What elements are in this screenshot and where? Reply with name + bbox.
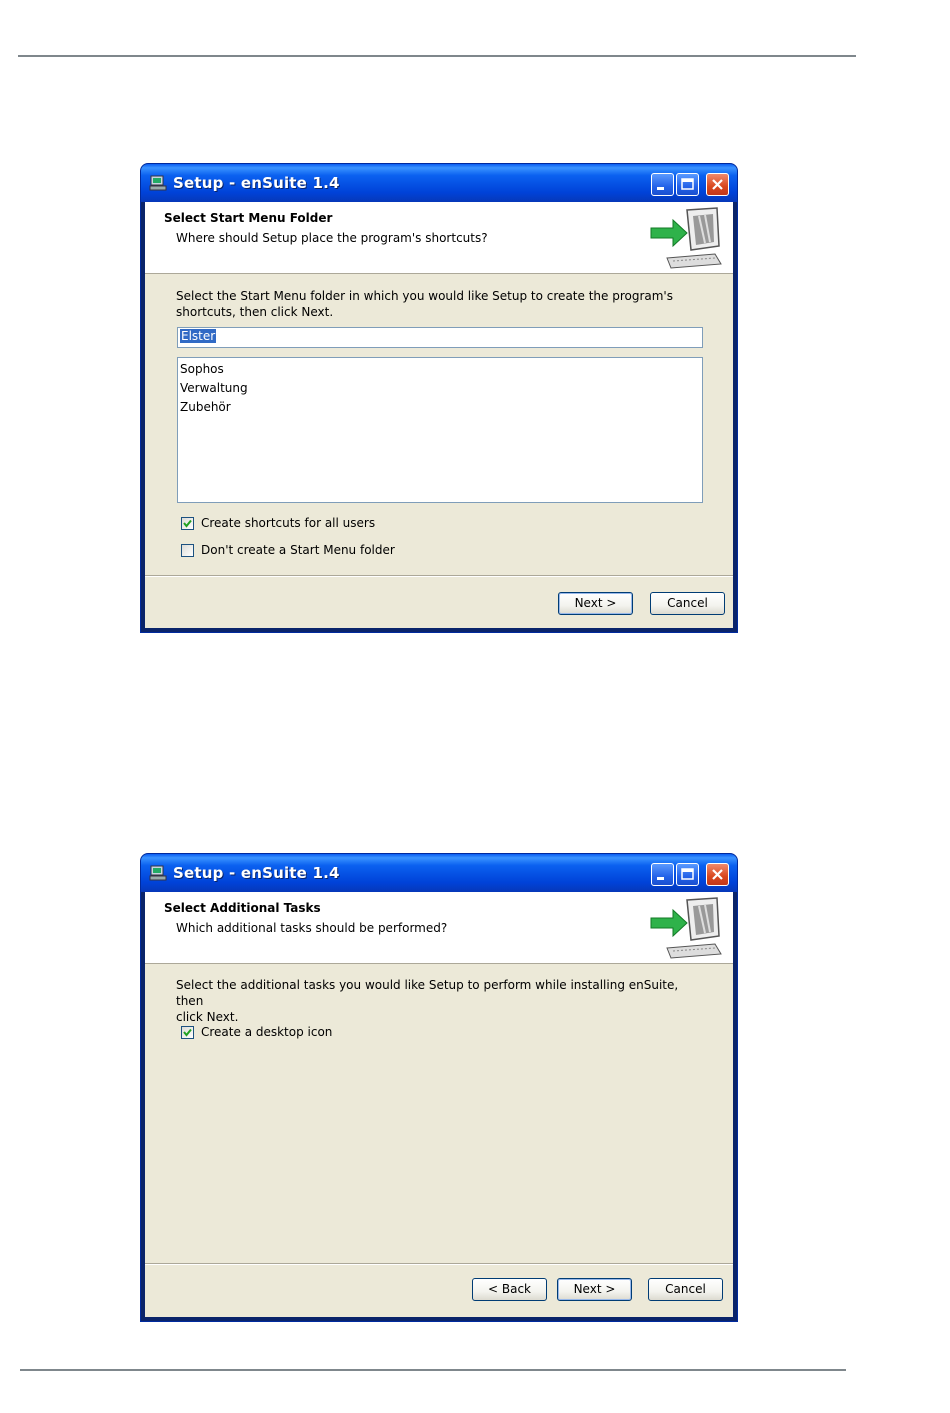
close-icon: [712, 869, 723, 880]
minimize-button[interactable]: [651, 863, 674, 886]
window-title: Setup - enSuite 1.4: [173, 864, 340, 882]
footer-divider: [145, 1263, 733, 1265]
header-title: Select Start Menu Folder: [164, 211, 333, 225]
header-subtitle: Which additional tasks should be perform…: [176, 921, 448, 935]
all-users-label: Create shortcuts for all users: [201, 516, 376, 530]
close-button[interactable]: [706, 173, 729, 196]
list-item[interactable]: Sophos: [179, 360, 701, 379]
close-button[interactable]: [706, 863, 729, 886]
wizard-header: Select Additional Tasks Which additional…: [145, 892, 733, 964]
footer-divider: [145, 575, 733, 577]
minimize-icon: [657, 877, 664, 880]
header-title: Select Additional Tasks: [164, 901, 321, 915]
title-bar[interactable]: Setup - enSuite 1.4: [141, 164, 737, 202]
no-folder-checkbox[interactable]: [181, 544, 194, 557]
instructions-text: Select the Start Menu folder in which yo…: [176, 288, 693, 320]
maximize-icon: [681, 868, 694, 880]
cancel-button[interactable]: Cancel: [648, 1278, 723, 1301]
instructions-line-2: click Next.: [176, 1010, 239, 1024]
instructions-line-1: Select the additional tasks you would li…: [176, 978, 679, 1008]
dialog-client-area: Select Start Menu Folder Where should Se…: [145, 202, 733, 628]
wizard-header: Select Start Menu Folder Where should Se…: [145, 202, 733, 274]
window-title: Setup - enSuite 1.4: [173, 174, 340, 192]
next-button[interactable]: Next >: [557, 1278, 632, 1301]
setup-window-additional-tasks: Setup - enSuite 1.4 Select Additional Ta…: [141, 854, 737, 1321]
setup-computer-arrow-icon: [650, 207, 722, 269]
checkmark-icon: [183, 519, 192, 528]
setup-app-icon: [149, 865, 167, 881]
minimize-icon: [657, 187, 664, 190]
list-item[interactable]: Zubehör: [179, 398, 701, 417]
header-subtitle: Where should Setup place the program's s…: [176, 231, 488, 245]
checkmark-icon: [183, 1028, 192, 1037]
desktop-icon-label: Create a desktop icon: [201, 1025, 333, 1039]
page-top-rule: [18, 55, 856, 57]
no-folder-label: Don't create a Start Menu folder: [201, 543, 395, 557]
next-button[interactable]: Next >: [558, 592, 633, 615]
desktop-icon-checkbox[interactable]: [181, 1026, 194, 1039]
maximize-icon: [681, 178, 694, 190]
setup-app-icon: [149, 175, 167, 191]
close-icon: [712, 179, 723, 190]
all-users-checkbox[interactable]: [181, 517, 194, 530]
folder-input-value: Elster: [180, 329, 217, 343]
maximize-button[interactable]: [676, 863, 699, 886]
setup-window-start-menu: Setup - enSuite 1.4 Select Start Menu Fo…: [141, 164, 737, 632]
maximize-button[interactable]: [676, 173, 699, 196]
start-menu-folder-list[interactable]: Sophos Verwaltung Zubehör: [177, 357, 703, 503]
instructions-line-2: shortcuts, then click Next.: [176, 305, 334, 319]
instructions-line-1: Select the Start Menu folder in which yo…: [176, 289, 673, 303]
page-bottom-rule: [20, 1369, 846, 1371]
dialog-client-area: Select Additional Tasks Which additional…: [145, 892, 733, 1317]
cancel-button[interactable]: Cancel: [650, 592, 725, 615]
instructions-text: Select the additional tasks you would li…: [176, 977, 693, 1025]
title-bar[interactable]: Setup - enSuite 1.4: [141, 854, 737, 892]
back-button[interactable]: < Back: [472, 1278, 547, 1301]
start-menu-folder-input[interactable]: Elster: [177, 327, 703, 348]
minimize-button[interactable]: [651, 173, 674, 196]
setup-computer-arrow-icon: [650, 897, 722, 959]
list-item[interactable]: Verwaltung: [179, 379, 701, 398]
